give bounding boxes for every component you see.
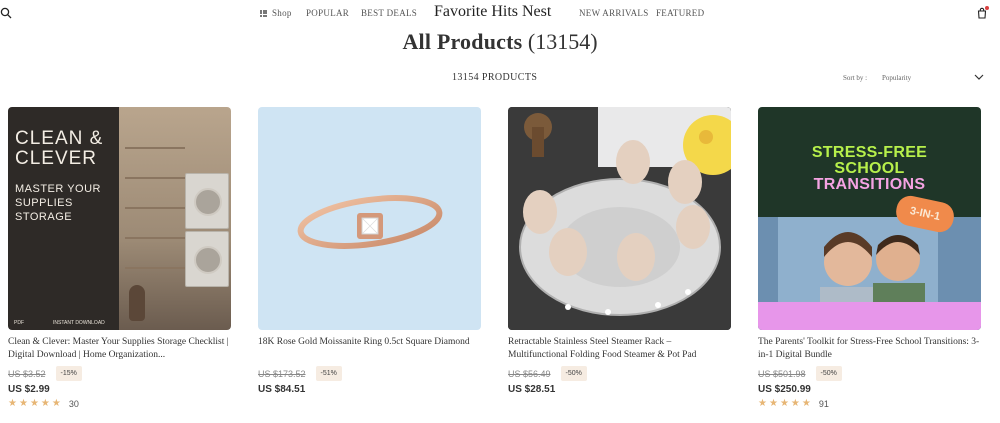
review-count: 91 [818,399,829,409]
price-row: US $56.49 -50% [508,365,731,382]
product-image[interactable] [508,107,731,330]
image-tag-download: INSTANT DOWNLOAD [53,320,105,326]
star-icon: ★ [801,398,811,409]
image-subheadline: MASTER YOUR SUPPLIES STORAGE [15,183,101,223]
product-name[interactable]: Clean & Clever: Master Your Supplies Sto… [8,336,231,361]
brand-logo[interactable]: Favorite Hits Nest [434,3,551,21]
sale-price: US $250.99 [758,384,811,395]
product-image[interactable] [258,107,481,330]
product-image[interactable]: STRESS-FREE SCHOOL TRANSITIONS 3-IN-1 [758,107,981,330]
star-icon: ★ [790,398,800,409]
steamer-illustration [508,107,731,330]
image-headline: CLEAN & CLEVER [15,128,104,169]
sale-price: US $28.51 [508,384,556,395]
sale-price: US $2.99 [8,384,50,395]
price-row: US $3.52 -15% [8,365,231,382]
star-icon: ★ [29,398,39,409]
product-name[interactable]: The Parents' Toolkit for Stress-Free Sch… [758,336,981,361]
original-price: US $56.49 [508,368,551,379]
sale-price: US $84.51 [258,384,306,395]
original-price: US $173.52 [258,368,306,379]
original-price: US $3.52 [8,368,46,379]
grid-icon [260,9,267,17]
product-card[interactable]: STRESS-FREE SCHOOL TRANSITIONS 3-IN-1 Th… [758,107,981,409]
page-title-text: All Products [402,29,523,54]
image-tag-pdf: PDF [14,320,24,326]
product-card[interactable]: Retractable Stainless Steel Steamer Rack… [508,107,731,395]
cart-count-dot [985,6,989,10]
product-card[interactable]: 18K Rose Gold Moissanite Ring 0.5ct Squa… [258,107,481,395]
discount-badge: -50% [815,366,842,381]
site-header: Shop POPULAR BEST DEALS Favorite Hits Ne… [0,0,1000,26]
nav-popular[interactable]: POPULAR [306,8,349,18]
products-count: 13154 PRODUCTS [452,72,538,83]
review-count: 30 [68,399,79,409]
star-icon: ★ [51,398,61,409]
sort-label: Sort by : [843,74,868,82]
nav-featured[interactable]: FEATURED [656,8,704,18]
star-icon: ★ [8,398,17,409]
product-name[interactable]: Retractable Stainless Steel Steamer Rack… [508,336,731,361]
image-headline: STRESS-FREE SCHOOL TRANSITIONS [811,144,928,193]
page-title: All Products (13154) [0,29,1000,55]
product-image[interactable]: CLEAN & CLEVER MASTER YOUR SUPPLIES STOR… [8,107,231,330]
rating: ★ ★ ★ ★ ★ 30 [8,398,231,410]
search-icon[interactable] [0,7,12,19]
ring-illustration [297,195,443,249]
original-price: US $501.98 [758,368,806,379]
product-card[interactable]: CLEAN & CLEVER MASTER YOUR SUPPLIES STOR… [8,107,231,409]
discount-badge: -50% [560,366,587,381]
nav-new-arrivals[interactable]: NEW ARRIVALS [579,8,649,18]
nav-shop[interactable]: Shop [260,8,292,18]
star-icon: ★ [40,398,50,409]
star-icon: ★ [768,398,778,409]
image-laundry-room [119,107,231,330]
discount-badge: -51% [315,366,342,381]
star-icon: ★ [758,398,767,409]
nav-best-deals[interactable]: BEST DEALS [361,8,417,18]
nav-shop-label: Shop [272,8,292,18]
page-title-count: (13154) [527,29,598,54]
rating: ★ ★ ★ ★ ★ 91 [758,398,981,410]
chevron-down-icon[interactable] [974,73,984,81]
sort-select[interactable]: Popularity [882,74,911,82]
price-row: US $173.52 -51% [258,365,481,382]
price-row: US $501.98 -50% [758,365,981,382]
discount-badge: -15% [55,366,82,381]
star-icon: ★ [18,398,28,409]
star-icon: ★ [779,398,789,409]
image-footer-band [758,302,981,330]
product-name[interactable]: 18K Rose Gold Moissanite Ring 0.5ct Squa… [258,336,481,361]
